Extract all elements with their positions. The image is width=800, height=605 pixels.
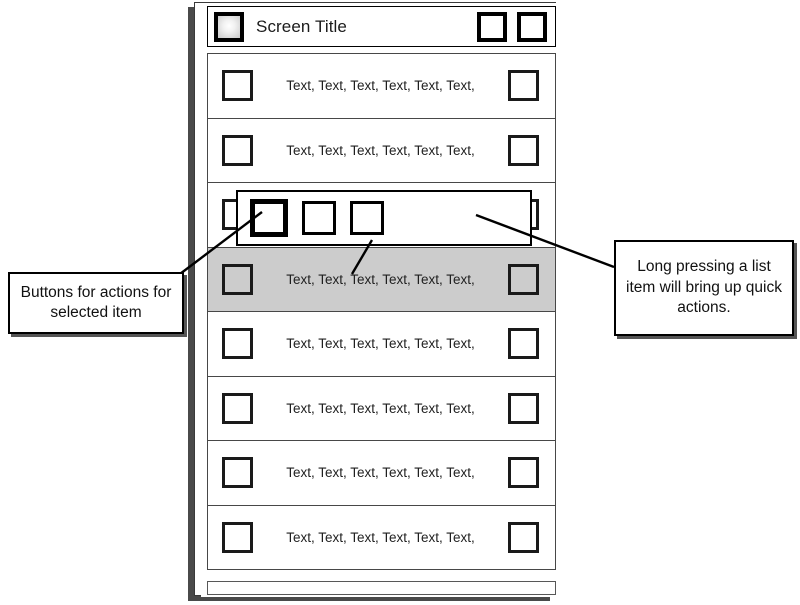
callout-left: Buttons for actions for selected item bbox=[8, 272, 184, 334]
app-icon[interactable] bbox=[214, 11, 244, 42]
device-frame: Screen Title Text, Text, Text, Text, Tex… bbox=[194, 2, 557, 597]
callout-right-text: Long pressing a list item will bring up … bbox=[626, 258, 782, 317]
page-title: Screen Title bbox=[256, 16, 347, 36]
table-row[interactable]: Text, Text, Text, Text, Text, Text, bbox=[207, 53, 556, 119]
checkbox-icon[interactable] bbox=[508, 328, 539, 360]
checkbox-icon[interactable] bbox=[222, 521, 253, 553]
table-row[interactable]: Text, Text, Text, Text, Text, Text, bbox=[207, 117, 556, 183]
list-item-label: Text, Text, Text, Text, Text, Text, bbox=[286, 529, 475, 545]
list-item-label: Text, Text, Text, Text, Text, Text, bbox=[286, 336, 475, 352]
checkbox-icon[interactable] bbox=[508, 521, 539, 553]
checkbox-icon[interactable] bbox=[222, 457, 253, 489]
list-item-label: Text, Text, Text, Text, Text, Text, bbox=[286, 142, 475, 158]
list-item-label: Text, Text, Text, Text, Text, Text, bbox=[286, 400, 475, 416]
checkbox-icon[interactable] bbox=[508, 263, 539, 295]
quick-action-2-button[interactable] bbox=[302, 201, 336, 235]
list-view[interactable]: Text, Text, Text, Text, Text, Text, Text… bbox=[207, 53, 556, 581]
quick-actions-popup[interactable] bbox=[236, 190, 532, 246]
bottom-strip bbox=[207, 581, 556, 595]
checkbox-icon[interactable] bbox=[222, 70, 253, 102]
quick-action-3-button[interactable] bbox=[350, 201, 384, 235]
callout-right: Long pressing a list item will bring up … bbox=[614, 240, 794, 336]
title-action-1-button[interactable] bbox=[477, 11, 507, 42]
title-action-2-button[interactable] bbox=[517, 11, 547, 42]
checkbox-icon[interactable] bbox=[222, 392, 253, 424]
checkbox-icon[interactable] bbox=[222, 328, 253, 360]
callout-left-text: Buttons for actions for selected item bbox=[20, 283, 172, 321]
checkbox-icon[interactable] bbox=[508, 457, 539, 489]
checkbox-icon[interactable] bbox=[222, 263, 253, 295]
table-row[interactable]: Text, Text, Text, Text, Text, Text, bbox=[207, 311, 556, 377]
checkbox-icon[interactable] bbox=[222, 134, 253, 166]
checkbox-icon[interactable] bbox=[508, 392, 539, 424]
table-row[interactable]: Text, Text, Text, Text, Text, Text, bbox=[207, 375, 556, 441]
list-item-label: Text, Text, Text, Text, Text, Text, bbox=[286, 465, 475, 481]
checkbox-icon[interactable] bbox=[508, 70, 539, 102]
title-bar: Screen Title bbox=[207, 6, 556, 47]
checkbox-icon[interactable] bbox=[508, 134, 539, 166]
list-item-label: Text, Text, Text, Text, Text, Text, bbox=[286, 271, 475, 287]
quick-action-1-button[interactable] bbox=[250, 199, 288, 237]
list-item-label: Text, Text, Text, Text, Text, Text, bbox=[286, 78, 475, 94]
table-row[interactable]: Text, Text, Text, Text, Text, Text, bbox=[207, 440, 556, 506]
table-row[interactable]: Text, Text, Text, Text, Text, Text, bbox=[207, 504, 556, 570]
table-row-selected[interactable]: Text, Text, Text, Text, Text, Text, bbox=[207, 246, 556, 312]
device-screen: Screen Title Text, Text, Text, Text, Tex… bbox=[201, 3, 557, 597]
